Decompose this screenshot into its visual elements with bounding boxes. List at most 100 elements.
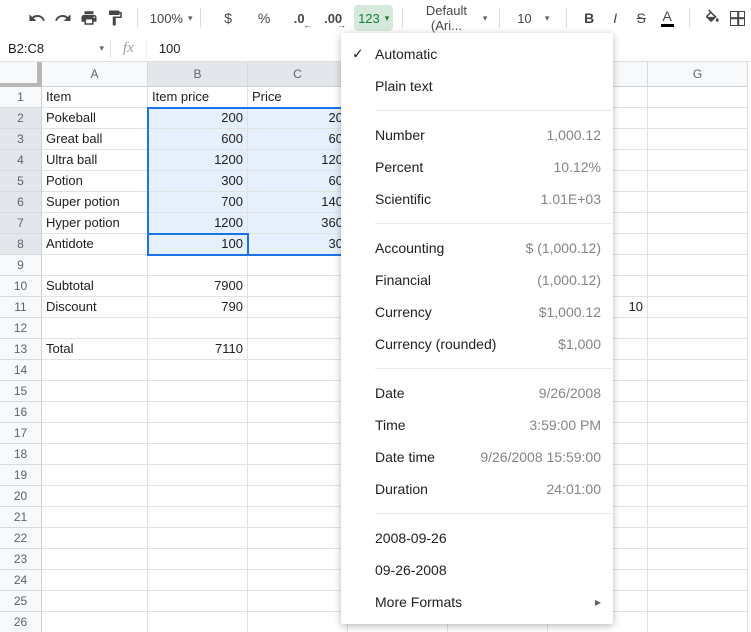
cell-B15[interactable] — [148, 381, 248, 402]
menu-item-date[interactable]: Date9/26/2008 — [341, 377, 613, 409]
cell-A9[interactable] — [42, 255, 148, 276]
menu-item-number[interactable]: Number1,000.12 — [341, 119, 613, 151]
name-box[interactable]: B2:C8 ▾ — [0, 41, 110, 56]
menu-item-date-time[interactable]: Date time9/26/2008 15:59:00 — [341, 441, 613, 473]
row-header-9[interactable]: 9 — [0, 255, 42, 276]
row-header-6[interactable]: 6 — [0, 192, 42, 213]
cell-G11[interactable] — [648, 297, 748, 318]
cell-A10[interactable]: Subtotal — [42, 276, 148, 297]
cell-G24[interactable] — [648, 570, 748, 591]
cell-C15[interactable] — [248, 381, 348, 402]
row-header-19[interactable]: 19 — [0, 465, 42, 486]
cell-C21[interactable] — [248, 507, 348, 528]
font-size-select[interactable]: 10 ▾ — [509, 5, 557, 31]
cell-G16[interactable] — [648, 402, 748, 423]
menu-item-plain-text[interactable]: Plain text — [341, 70, 613, 102]
cell-A26[interactable] — [42, 612, 148, 632]
cell-B4[interactable]: 1200 — [148, 150, 248, 171]
menu-item-duration[interactable]: Duration24:01:00 — [341, 473, 613, 505]
cell-G10[interactable] — [648, 276, 748, 297]
cell-G8[interactable] — [648, 234, 748, 255]
row-header-14[interactable]: 14 — [0, 360, 42, 381]
menu-item-2008-09-26[interactable]: 2008-09-26 — [341, 522, 613, 554]
row-header-10[interactable]: 10 — [0, 276, 42, 297]
row-header-8[interactable]: 8 — [0, 234, 42, 255]
row-header-16[interactable]: 16 — [0, 402, 42, 423]
cell-A16[interactable] — [42, 402, 148, 423]
cell-G13[interactable] — [648, 339, 748, 360]
cell-G18[interactable] — [648, 444, 748, 465]
cell-G12[interactable] — [648, 318, 748, 339]
cell-B8[interactable]: 100 — [148, 234, 248, 255]
menu-item-percent[interactable]: Percent10.12% — [341, 151, 613, 183]
cell-B7[interactable]: 1200 — [148, 213, 248, 234]
cell-C19[interactable] — [248, 465, 348, 486]
cell-A21[interactable] — [42, 507, 148, 528]
select-all-corner[interactable] — [0, 62, 42, 87]
row-header-24[interactable]: 24 — [0, 570, 42, 591]
cell-C10[interactable] — [248, 276, 348, 297]
cell-B1[interactable]: Item price — [148, 87, 248, 108]
cell-B17[interactable] — [148, 423, 248, 444]
cell-C3[interactable]: 60 — [248, 129, 348, 150]
cell-G2[interactable] — [648, 108, 748, 129]
cell-A13[interactable]: Total — [42, 339, 148, 360]
cell-B2[interactable]: 200 — [148, 108, 248, 129]
row-header-23[interactable]: 23 — [0, 549, 42, 570]
menu-item-currency-rounded[interactable]: Currency (rounded)$1,000 — [341, 328, 613, 360]
row-header-18[interactable]: 18 — [0, 444, 42, 465]
cell-B18[interactable] — [148, 444, 248, 465]
cell-C2[interactable]: 20 — [248, 108, 348, 129]
undo-button[interactable] — [24, 5, 50, 31]
cell-G1[interactable] — [648, 87, 748, 108]
cell-B22[interactable] — [148, 528, 248, 549]
column-header-G[interactable]: G — [648, 62, 748, 87]
cell-G3[interactable] — [648, 129, 748, 150]
cell-B12[interactable] — [148, 318, 248, 339]
cell-A8[interactable]: Antidote — [42, 234, 148, 255]
cell-A17[interactable] — [42, 423, 148, 444]
cell-G17[interactable] — [648, 423, 748, 444]
redo-button[interactable] — [50, 5, 76, 31]
cell-A5[interactable]: Potion — [42, 171, 148, 192]
cell-C26[interactable] — [248, 612, 348, 632]
cell-B5[interactable]: 300 — [148, 171, 248, 192]
cell-B19[interactable] — [148, 465, 248, 486]
cell-C22[interactable] — [248, 528, 348, 549]
cell-G15[interactable] — [648, 381, 748, 402]
cell-G19[interactable] — [648, 465, 748, 486]
cell-C18[interactable] — [248, 444, 348, 465]
cell-B23[interactable] — [148, 549, 248, 570]
strikethrough-button[interactable]: S — [628, 5, 654, 31]
menu-item-currency[interactable]: Currency$1,000.12 — [341, 296, 613, 328]
text-color-button[interactable]: A — [654, 5, 680, 31]
cell-B21[interactable] — [148, 507, 248, 528]
row-header-1[interactable]: 1 — [0, 87, 42, 108]
cell-A14[interactable] — [42, 360, 148, 381]
cell-A4[interactable]: Ultra ball — [42, 150, 148, 171]
format-currency-button[interactable]: $ — [215, 5, 241, 31]
cell-A25[interactable] — [42, 591, 148, 612]
cell-G7[interactable] — [648, 213, 748, 234]
cell-A11[interactable]: Discount — [42, 297, 148, 318]
cell-A3[interactable]: Great ball — [42, 129, 148, 150]
cell-B10[interactable]: 7900 — [148, 276, 248, 297]
cell-C13[interactable] — [248, 339, 348, 360]
menu-item-accounting[interactable]: Accounting$ (1,000.12) — [341, 232, 613, 264]
print-button[interactable] — [76, 5, 102, 31]
row-header-12[interactable]: 12 — [0, 318, 42, 339]
cell-G25[interactable] — [648, 591, 748, 612]
menu-item-more-formats[interactable]: More Formats▸ — [341, 586, 613, 618]
cell-G6[interactable] — [648, 192, 748, 213]
cell-C6[interactable]: 140 — [248, 192, 348, 213]
cell-B11[interactable]: 790 — [148, 297, 248, 318]
cell-B9[interactable] — [148, 255, 248, 276]
cell-C1[interactable]: Price — [248, 87, 348, 108]
cell-G4[interactable] — [648, 150, 748, 171]
cell-A20[interactable] — [42, 486, 148, 507]
cell-C16[interactable] — [248, 402, 348, 423]
menu-item-scientific[interactable]: Scientific1.01E+03 — [341, 183, 613, 215]
cell-A19[interactable] — [42, 465, 148, 486]
cell-B16[interactable] — [148, 402, 248, 423]
fill-color-button[interactable] — [699, 5, 725, 31]
